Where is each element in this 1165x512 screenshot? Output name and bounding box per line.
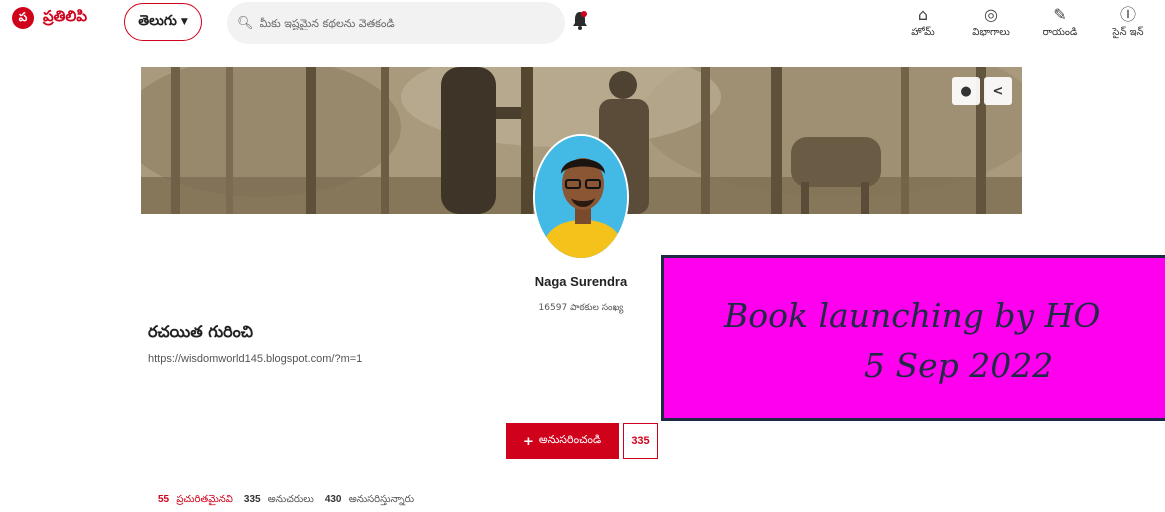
nav-categories[interactable]: ◎ విభాగాలు	[961, 4, 1021, 40]
stat-following-label: అనుసరిస్తున్నారు	[348, 494, 415, 505]
search-box[interactable]: 🔍︎	[227, 2, 565, 44]
nav-categories-label: విభాగాలు	[972, 27, 1010, 38]
nav-sign-in[interactable]: Ⓘ సైన్ ఇన్	[1098, 4, 1158, 40]
language-selector[interactable]: తెలుగు ▼	[124, 3, 202, 41]
home-icon: ⌂	[917, 5, 929, 24]
nav-write[interactable]: ✎ రాయండి	[1030, 4, 1090, 40]
cover-share-button[interactable]: <	[984, 77, 1012, 105]
nav-home-label: హోమ్	[911, 27, 935, 38]
stat-followers[interactable]: 335 అనుచరులు	[244, 493, 314, 507]
about-author-link[interactable]: https://wisdomworld145.blogspot.com/?m=1	[148, 353, 362, 365]
nav-write-label: రాయండి	[1042, 27, 1078, 38]
follow-button[interactable]: ➕︎ అనుసరించండి	[506, 423, 619, 459]
brand-name: ప్రతిలిపి	[43, 7, 88, 25]
stat-following-value: 430	[324, 494, 342, 505]
search-input[interactable]	[259, 16, 540, 30]
add-user-icon: ➕︎	[523, 433, 533, 448]
stat-followers-value: 335	[243, 494, 261, 505]
language-selected-label: తెలుగు	[138, 12, 177, 29]
nav-sign-in-label: సైన్ ఇన్	[1112, 27, 1144, 38]
follow-button-label: అనుసరించండి	[538, 433, 602, 446]
about-author-heading: రచయిత గురించి	[148, 322, 253, 341]
search-icon: 🔍︎	[237, 15, 254, 31]
chevron-down-icon: ▼	[180, 17, 188, 27]
author-name: Naga Surendra	[534, 274, 628, 289]
author-avatar	[533, 134, 629, 260]
top-navigation-bar: ప ప్రతిలిపి తెలుగు ▼ 🔍︎ ⌂ హోమ్ ◎ విభాగాల…	[0, 0, 1165, 56]
info-icon: ●	[960, 83, 972, 99]
user-circle-icon: Ⓘ	[1119, 5, 1136, 24]
stat-published[interactable]: 55 ప్రచురితమైనవి	[158, 493, 233, 507]
cover-info-button[interactable]: ●	[952, 77, 980, 105]
avatar-photo	[535, 136, 627, 258]
stat-following[interactable]: 430 అనుసరిస్తున్నారు	[325, 493, 414, 507]
pencil-icon: ✎	[1053, 5, 1067, 24]
stat-published-label: ప్రచురితమైనవి	[176, 494, 233, 505]
banner-line-1: Book launching by HO	[724, 296, 1101, 335]
banner-line-2: 5 Sep 2022	[864, 346, 1054, 385]
pratilipi-logo-icon: ప	[12, 7, 34, 29]
compass-icon: ◎	[984, 5, 998, 24]
readers-count: 16597	[538, 303, 568, 313]
readers-label: పాఠకుల సంఖ్య	[570, 303, 624, 313]
book-launch-banner: Book launching by HO 5 Sep 2022	[661, 255, 1165, 421]
brand-logo[interactable]: ప ప్రతిలిపి	[12, 7, 87, 29]
nav-home[interactable]: ⌂ హోమ్	[893, 4, 953, 40]
stat-followers-label: అనుచరులు	[267, 494, 314, 505]
follower-count-badge[interactable]: 335	[623, 423, 658, 459]
share-icon: <	[992, 83, 1004, 99]
notification-bell-icon[interactable]	[572, 9, 588, 31]
stat-published-value: 55	[158, 494, 170, 505]
author-stats: 55 ప్రచురితమైనవి 335 అనుచరులు 430 అనుసరి…	[158, 493, 425, 507]
readers-count-line: 16597 పాఠకుల సంఖ్య	[470, 303, 692, 315]
